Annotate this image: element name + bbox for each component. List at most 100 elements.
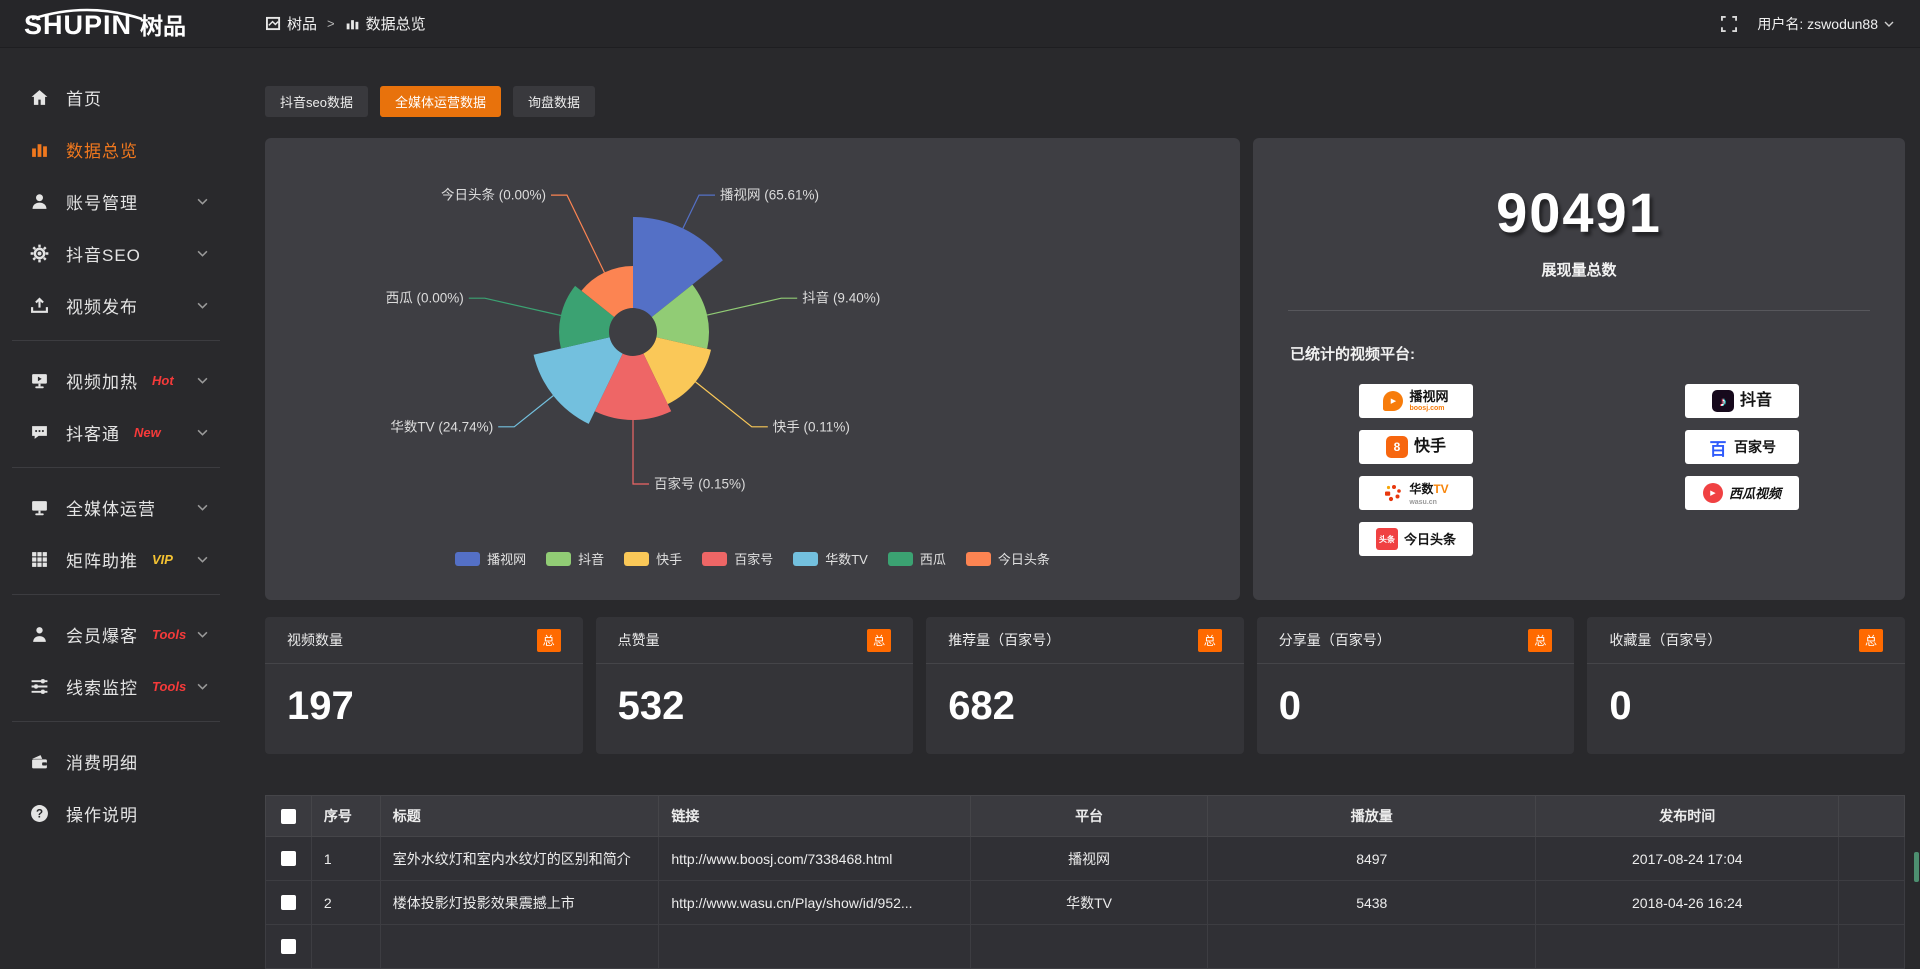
platforms-label: 已统计的视频平台: (1290, 343, 1905, 364)
table-header-row: 序号 标题 链接 平台 播放量 发布时间 (266, 796, 1905, 837)
total-badge[interactable]: 总 (867, 629, 891, 652)
sidebar-item-label: 数据总览 (66, 137, 138, 162)
sidebar-item-video-publish[interactable]: 视频发布 (0, 284, 232, 326)
cell-platform (970, 925, 1208, 969)
wallet-icon (30, 752, 49, 771)
table-row: 2 楼体投影灯投影效果震撼上市 http://www.wasu.cn/Play/… (266, 881, 1905, 925)
sidebar-item-label: 视频加热 (66, 368, 138, 393)
platform-badge-boosj[interactable]: ▶播视网boosj.com (1359, 384, 1473, 418)
sidebar-item-video-heat[interactable]: 视频加热 Hot (0, 359, 232, 401)
fullscreen-icon[interactable] (1721, 16, 1737, 32)
cell-platform: 华数TV (970, 881, 1208, 925)
stat-cards-row: 视频数量 总 197 点赞量 总 532 推荐量（百家号） 总 682 分享量（… (265, 617, 1905, 754)
cell-views: 5438 (1208, 881, 1536, 925)
username-label: 用户名: zswodun88 (1757, 14, 1878, 34)
sidebar-item-label: 消费明细 (66, 749, 138, 774)
chevron-down-icon (197, 683, 208, 690)
legend-item-抖音[interactable]: 抖音 (546, 549, 604, 568)
row-checkbox[interactable] (281, 939, 296, 954)
total-badge[interactable]: 总 (1528, 629, 1552, 652)
sidebar-item-matrix-boost[interactable]: 矩阵助推 VIP (0, 538, 232, 580)
tab-inquiry-data[interactable]: 询盘数据 (513, 86, 595, 117)
svg-text:抖音 (9.40%): 抖音 (9.40%) (802, 290, 880, 306)
select-all-checkbox[interactable] (281, 809, 296, 824)
sidebar-item-media-operation[interactable]: 全媒体运营 (0, 486, 232, 528)
cell-link[interactable] (659, 925, 970, 969)
platform-badge-kuaishou[interactable]: 8快手 (1359, 430, 1473, 464)
impressions-total-value: 90491 (1253, 180, 1905, 245)
legend-item-今日头条[interactable]: 今日头条 (966, 549, 1050, 568)
cell-index (311, 925, 380, 969)
platform-badge-xigua[interactable]: ▶西瓜视频 (1685, 476, 1799, 510)
platform-column: ♪抖音百百家号 ▶西瓜视频 (1579, 384, 1905, 556)
legend-item-百家号[interactable]: 百家号 (702, 549, 773, 568)
cell-time: 2017-08-24 17:04 (1536, 837, 1839, 881)
impressions-total-label: 展现量总数 (1253, 259, 1905, 280)
total-badge[interactable]: 总 (537, 629, 561, 652)
sidebar-item-data-overview[interactable]: 数据总览 (0, 128, 232, 170)
total-badge[interactable]: 总 (1859, 629, 1883, 652)
cell-link[interactable]: http://www.boosj.com/7338468.html (659, 837, 970, 881)
sidebar-divider (12, 721, 220, 722)
stat-card-value: 0 (1587, 664, 1905, 729)
bar-chart-icon (345, 16, 360, 31)
legend-swatch (966, 552, 991, 566)
legend-swatch (546, 552, 571, 566)
cell-link[interactable]: http://www.wasu.cn/Play/show/id/952... (659, 881, 970, 925)
col-link: 链接 (659, 796, 970, 837)
sidebar-item-operation-guide[interactable]: ? 操作说明 (0, 792, 232, 834)
sidebar-item-label: 线索监控 (66, 674, 138, 699)
main-content: 抖音seo数据全媒体运营数据询盘数据 播视网 (65.61%)抖音 (9.40%… (265, 48, 1905, 969)
cell-title[interactable]: 楼体投影灯投影效果震撼上市 (380, 881, 659, 925)
chevron-down-icon (197, 556, 208, 563)
rose-pie-chart[interactable]: 播视网 (65.61%)抖音 (9.40%)快手 (0.11%)百家号 (0.1… (265, 152, 1240, 547)
sidebar-item-consume-detail[interactable]: 消费明细 (0, 740, 232, 782)
user-menu[interactable]: 用户名: zswodun88 (1757, 14, 1894, 34)
tab-media-operation-data[interactable]: 全媒体运营数据 (380, 86, 501, 117)
sidebar-item-douyin-seo[interactable]: 抖音SEO (0, 232, 232, 274)
cell-title[interactable] (380, 925, 659, 969)
platform-logo-grid: ▶播视网boosj.com 8快手华数TVwasu.cn 头条今日头条 ♪抖音百百家号… (1253, 384, 1905, 556)
sidebar-item-label: 抖音SEO (66, 241, 141, 266)
tab-douyin-seo-data[interactable]: 抖音seo数据 (265, 86, 368, 117)
platform-badge-douyin[interactable]: ♪抖音 (1685, 384, 1799, 418)
user-icon (30, 192, 49, 211)
video-publish-icon (30, 296, 49, 315)
legend-item-西瓜[interactable]: 西瓜 (888, 549, 946, 568)
row-checkbox[interactable] (281, 851, 296, 866)
legend-item-华数TV[interactable]: 华数TV (793, 549, 868, 568)
stat-card-video-count: 视频数量 总 197 (265, 617, 583, 754)
cell-title[interactable]: 室外水纹灯和室内水纹灯的区别和简介 (380, 837, 659, 881)
scrollbar-thumb[interactable] (1914, 852, 1919, 882)
window-icon (266, 16, 281, 31)
stat-card-value: 0 (1257, 664, 1575, 729)
platform-badge-baijiahao[interactable]: 百百家号 (1685, 430, 1799, 464)
cell-views (1208, 925, 1536, 969)
sidebar-item-clue-monitor[interactable]: 线索监控 Tools (0, 665, 232, 707)
platform-badge-toutiao[interactable]: 头条今日头条 (1359, 522, 1473, 556)
table-row (266, 925, 1905, 969)
sidebar-item-home[interactable]: 首页 (0, 76, 232, 118)
sidebar-item-douketong[interactable]: 抖客通 New (0, 411, 232, 453)
cell-time (1536, 925, 1839, 969)
home-icon (30, 88, 49, 107)
sidebar-item-account-manage[interactable]: 账号管理 (0, 180, 232, 222)
platform-badge-wasu[interactable]: 华数TVwasu.cn (1359, 476, 1473, 510)
chevron-down-icon (197, 504, 208, 511)
cell-index: 2 (311, 881, 380, 925)
sidebar-item-label: 操作说明 (66, 801, 138, 826)
sidebar-item-member-burst[interactable]: 会员爆客 Tools (0, 613, 232, 655)
legend-item-快手[interactable]: 快手 (624, 549, 682, 568)
legend-swatch (455, 552, 480, 566)
total-badge[interactable]: 总 (1198, 629, 1222, 652)
legend-item-播视网[interactable]: 播视网 (455, 549, 526, 568)
sidebar-item-label: 首页 (66, 85, 102, 110)
breadcrumb-current[interactable]: 数据总览 (366, 13, 426, 34)
chevron-down-icon (197, 631, 208, 638)
stat-card-label: 分享量（百家号） (1279, 630, 1391, 650)
row-checkbox[interactable] (281, 895, 296, 910)
platform-column: ▶播视网boosj.com 8快手华数TVwasu.cn 头条今日头条 (1253, 384, 1579, 556)
breadcrumb-root[interactable]: 树品 (287, 13, 317, 34)
sidebar-item-badge: Hot (152, 373, 174, 388)
stat-card-label: 视频数量 (287, 630, 343, 650)
